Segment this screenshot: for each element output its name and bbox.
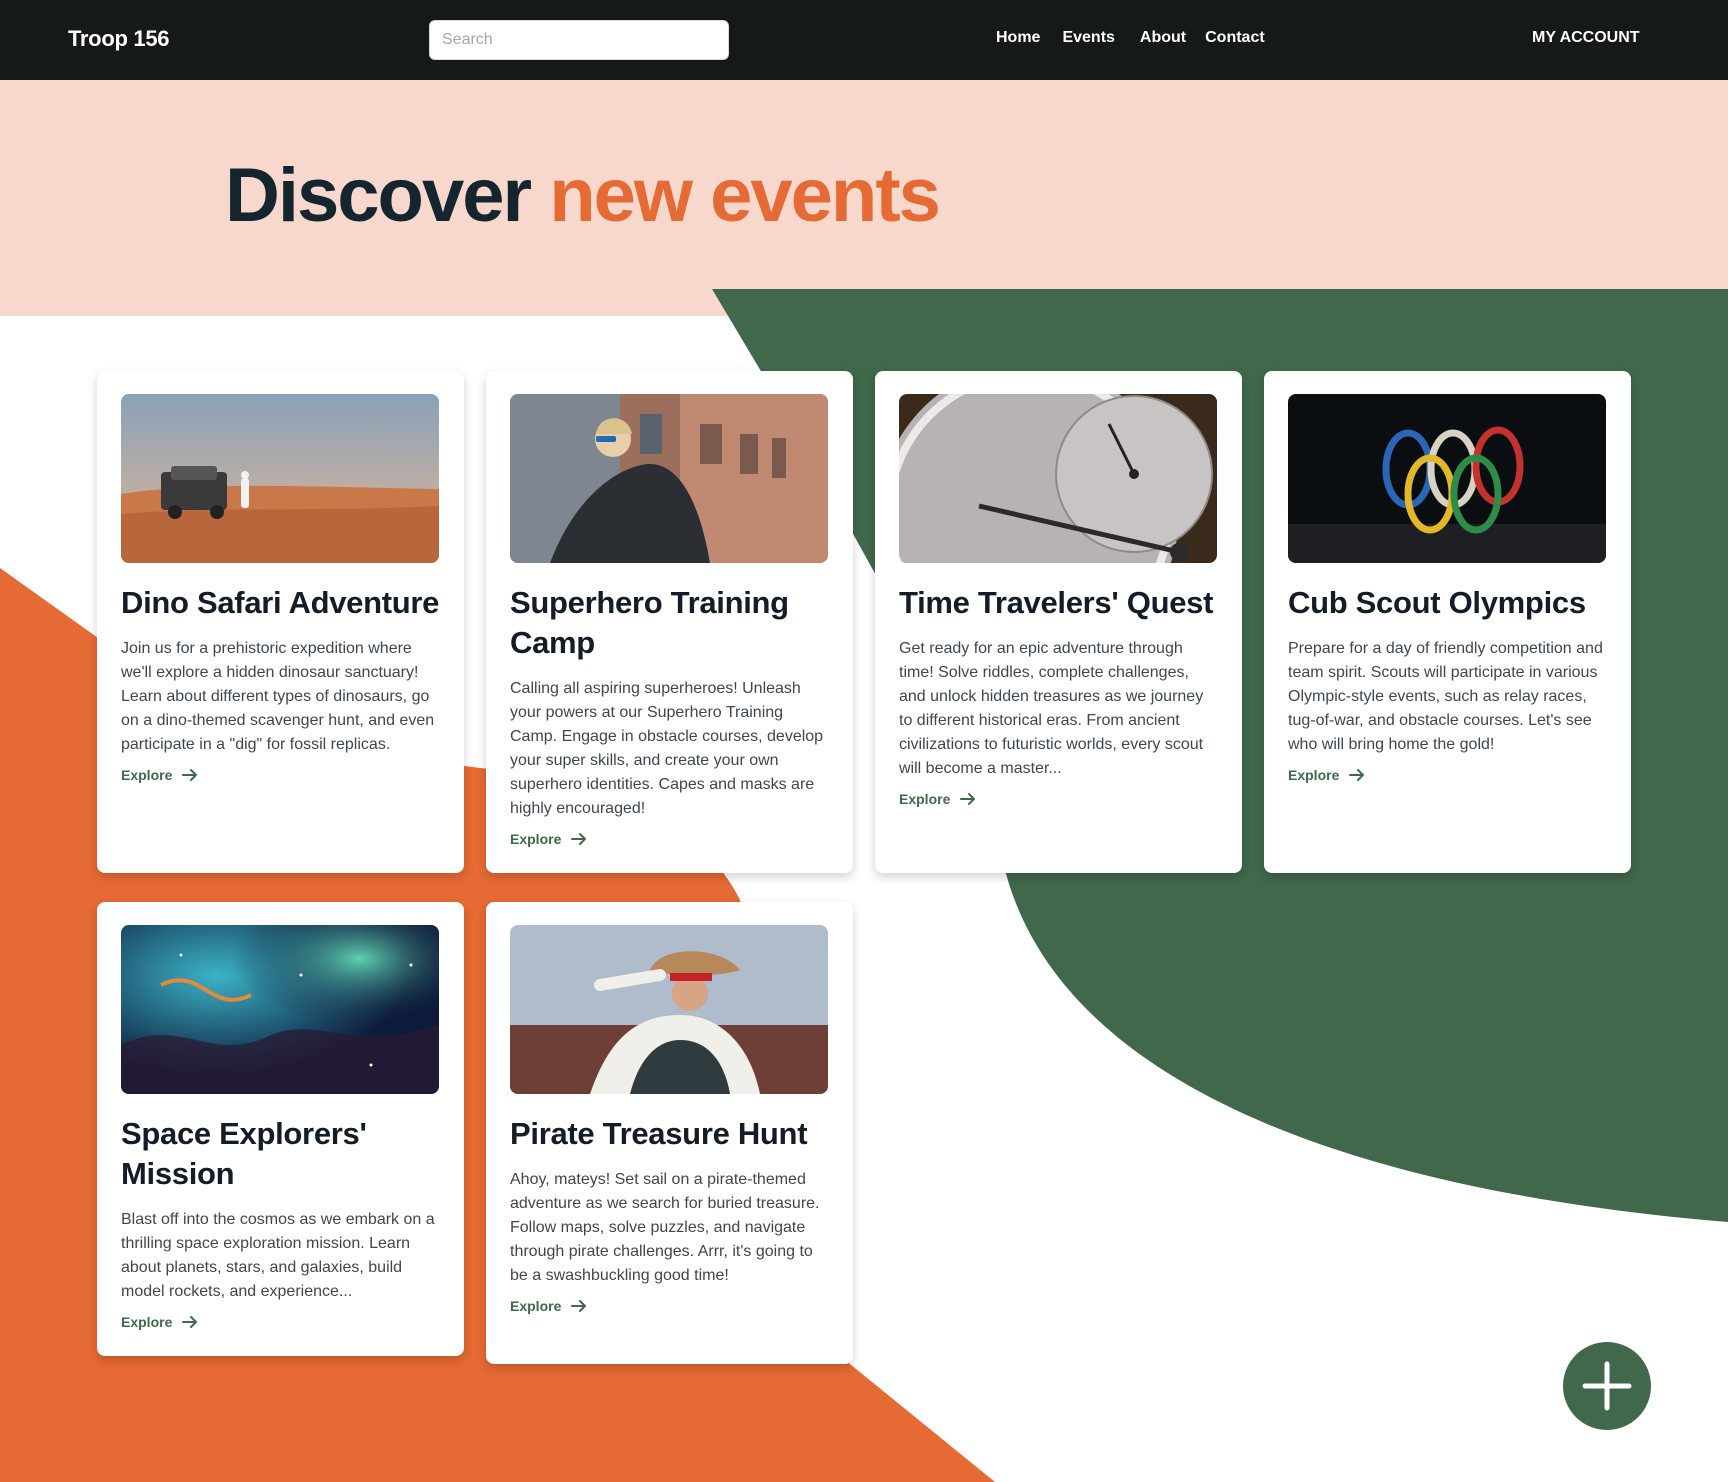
nav-links: Home Events About Contact <box>996 29 1265 47</box>
event-title: Pirate Treasure Hunt <box>510 1116 808 1151</box>
event-image-stopwatch <box>899 394 1217 563</box>
title-part-dark: Discover <box>225 153 532 238</box>
arrow-right-icon <box>182 1316 198 1328</box>
nav-link-about[interactable]: About <box>1140 29 1186 47</box>
event-description: Calling all aspiring superheroes! Unleas… <box>510 680 824 817</box>
event-title: Superhero Training Camp <box>510 585 789 660</box>
event-title: Dino Safari Adventure <box>121 585 440 620</box>
event-image-pirate <box>510 925 828 1094</box>
my-account-link[interactable]: MY ACCOUNT <box>1532 29 1640 47</box>
nav-link-contact[interactable]: Contact <box>1205 29 1265 47</box>
plus-icon <box>1582 1361 1632 1411</box>
arrow-right-icon <box>182 769 198 781</box>
event-card-time-travelers: Time Travelers' Quest Get ready for an e… <box>875 371 1242 873</box>
title-part-accent: new events <box>549 153 941 238</box>
brand-logo[interactable]: Troop 156 <box>68 26 170 52</box>
explore-label: Explore <box>121 767 173 783</box>
event-card-space-explorers: Space Explorers' Mission Blast off into … <box>97 902 464 1356</box>
explore-label: Explore <box>121 1314 173 1330</box>
add-event-button[interactable] <box>1563 1342 1651 1430</box>
explore-link[interactable]: Explore <box>121 767 198 783</box>
nav-link-events[interactable]: Events <box>1062 29 1114 47</box>
event-image-olympic-rings <box>1288 394 1606 563</box>
search-input[interactable] <box>429 20 729 60</box>
explore-label: Explore <box>510 1298 562 1314</box>
explore-link[interactable]: Explore <box>510 1298 587 1314</box>
event-card-pirate-hunt: Pirate Treasure Hunt Ahoy, mateys! Set s… <box>486 902 853 1364</box>
event-title: Space Explorers' Mission <box>121 1116 367 1191</box>
event-description: Get ready for an epic adventure through … <box>899 640 1204 777</box>
event-title: Cub Scout Olympics <box>1288 585 1586 620</box>
arrow-right-icon <box>571 1300 587 1312</box>
arrow-right-icon <box>960 793 976 805</box>
event-card-superhero-camp: Superhero Training Camp Calling all aspi… <box>486 371 853 873</box>
explore-link[interactable]: Explore <box>121 1314 198 1330</box>
explore-link[interactable]: Explore <box>899 791 976 807</box>
explore-label: Explore <box>1288 767 1340 783</box>
event-description: Join us for a prehistoric expedition whe… <box>121 640 435 753</box>
explore-label: Explore <box>510 831 562 847</box>
explore-link[interactable]: Explore <box>510 831 587 847</box>
top-navbar: Troop 156 Home Events About Contact MY A… <box>0 0 1728 80</box>
event-title: Time Travelers' Quest <box>899 585 1214 620</box>
event-image-superhero-kid <box>510 394 828 563</box>
explore-label: Explore <box>899 791 951 807</box>
event-image-desert-safari <box>121 394 439 563</box>
event-description: Blast off into the cosmos as we embark o… <box>121 1211 435 1300</box>
explore-link[interactable]: Explore <box>1288 767 1365 783</box>
arrow-right-icon <box>1349 769 1365 781</box>
arrow-right-icon <box>571 833 587 845</box>
event-card-scout-olympics: Cub Scout Olympics Prepare for a day of … <box>1264 371 1631 873</box>
nav-link-home[interactable]: Home <box>996 29 1040 47</box>
event-description: Ahoy, mateys! Set sail on a pirate-theme… <box>510 1171 820 1284</box>
page-title: Discover new events <box>225 152 941 239</box>
event-description: Prepare for a day of friendly competitio… <box>1288 640 1603 753</box>
event-image-nebula <box>121 925 439 1094</box>
event-card-dino-safari: Dino Safari Adventure Join us for a preh… <box>97 371 464 873</box>
